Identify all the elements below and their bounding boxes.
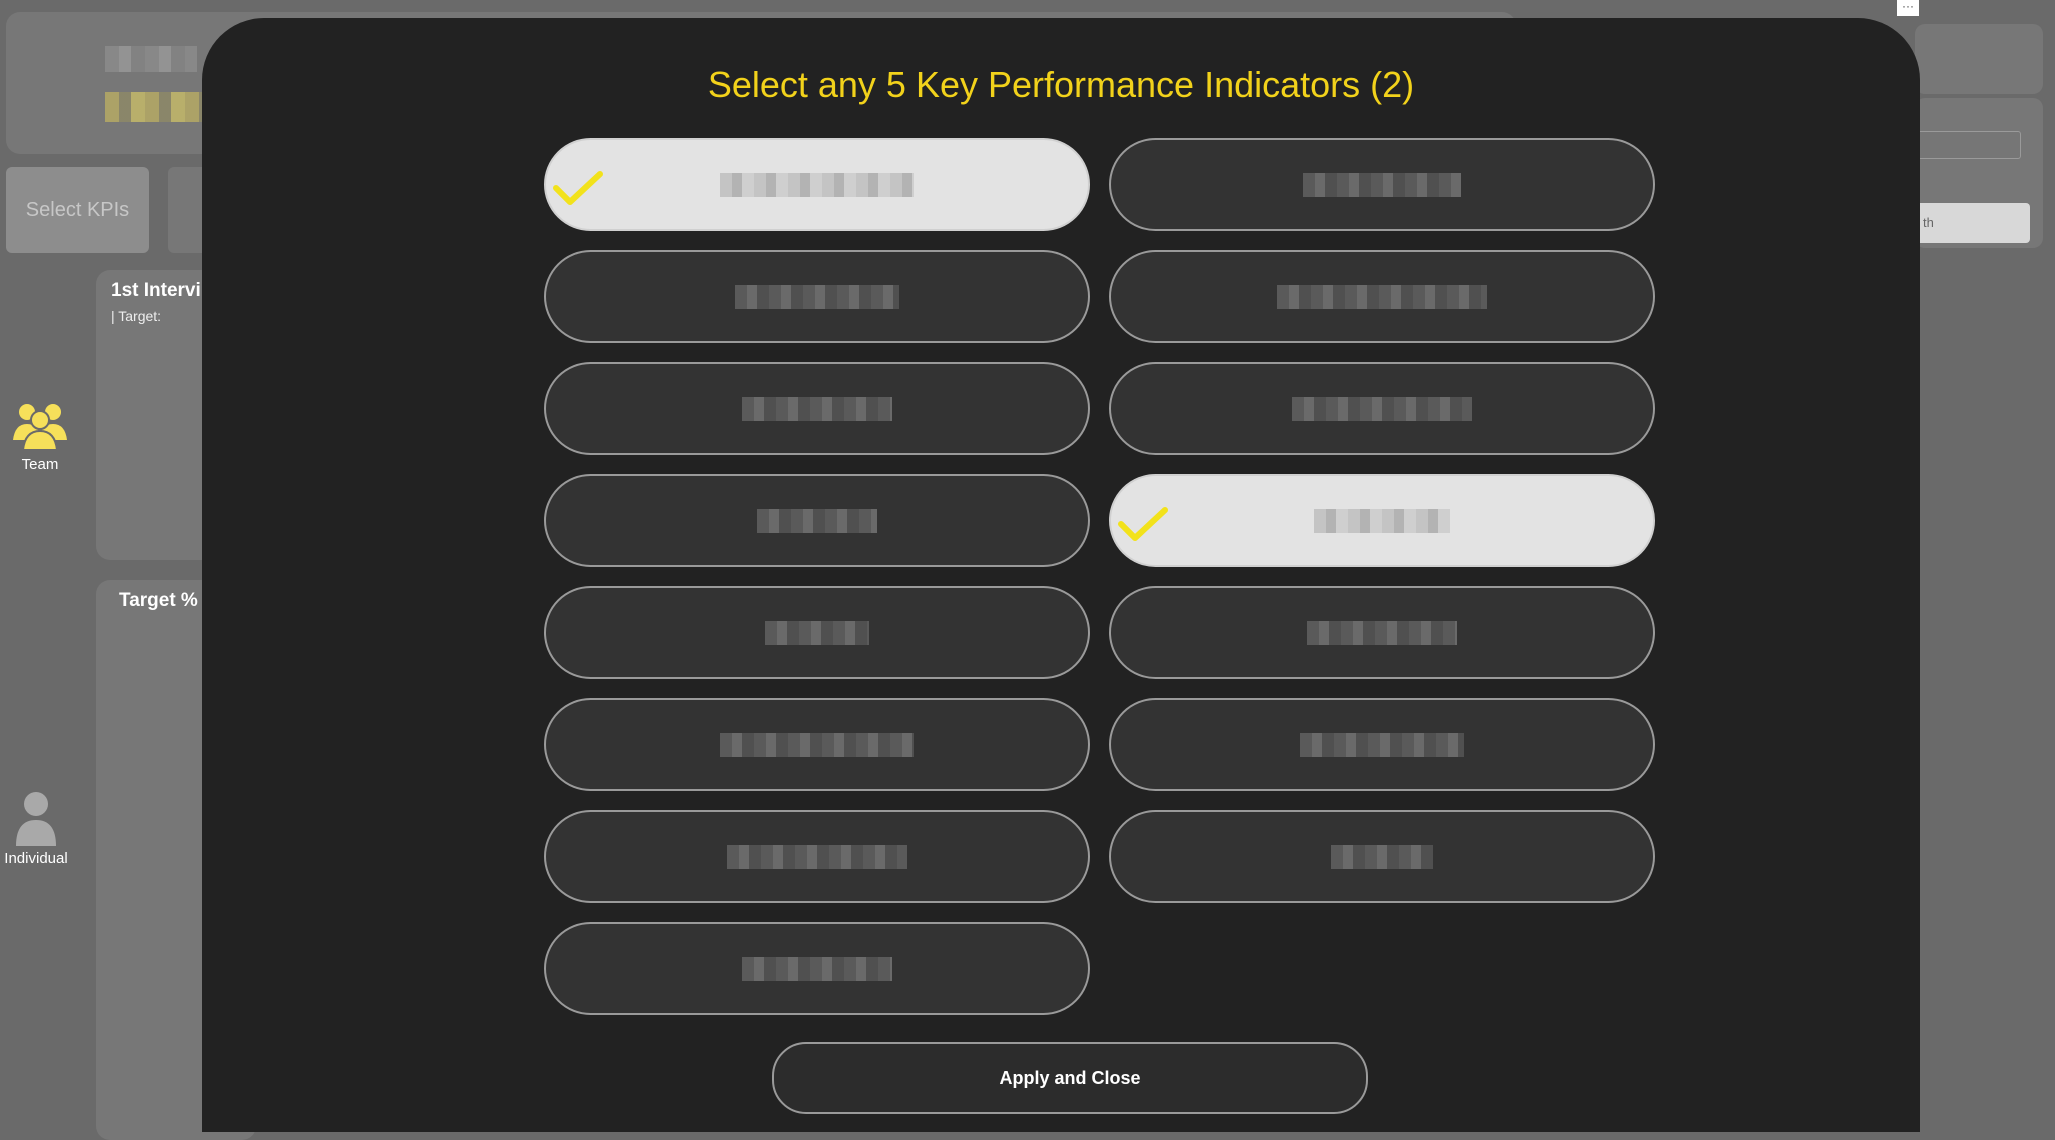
person-icon	[0, 790, 76, 846]
kpi-option[interactable]: KPI option 10	[1109, 586, 1655, 679]
card1-title: 1st Intervi	[111, 280, 201, 301]
kpi-option[interactable]: KPI option 13	[544, 810, 1090, 903]
kpi-option-label: KPI option 6	[1292, 396, 1472, 421]
nav-individual[interactable]: Individual	[0, 790, 76, 867]
kpi-option[interactable]: KPI option 15	[544, 922, 1090, 1015]
kpi-option[interactable]: KPI option 14	[1109, 810, 1655, 903]
kpi-option-label: KPI option 5	[742, 396, 892, 421]
kpi-option[interactable]: KPI option 4	[1109, 250, 1655, 343]
card2-title: Target %	[119, 590, 198, 611]
kpi-option-label: KPI option 7	[757, 508, 877, 533]
kpi-option[interactable]: KPI option 6	[1109, 362, 1655, 455]
kpi-option[interactable]: KPI option 7	[544, 474, 1090, 567]
nav-individual-label: Individual	[4, 850, 68, 867]
nav-team-label: Team	[21, 456, 59, 473]
card1-target: | Target:	[111, 308, 162, 324]
checkmark-icon	[1117, 504, 1169, 549]
kpi-option-label: KPI option 9	[765, 620, 869, 645]
kpi-option-label: KPI option 1	[720, 172, 914, 197]
more-options-button[interactable]: ···	[1897, 0, 1919, 16]
checkmark-icon	[552, 168, 604, 213]
redacted-header-subtext	[105, 92, 205, 122]
kpi-option-label: KPI option 8	[1314, 508, 1450, 533]
kpi-selection-modal: Select any 5 Key Performance Indicators …	[202, 18, 1920, 1132]
select-kpis-button[interactable]: Select KPIs	[6, 167, 149, 253]
right-action-button[interactable]: th	[1915, 203, 2030, 243]
kpi-option-label: KPI option 10	[1307, 620, 1457, 645]
kpi-option[interactable]: KPI option 8	[1109, 474, 1655, 567]
kpi-option-label: KPI option 4	[1277, 284, 1487, 309]
nav-team[interactable]: Team	[0, 400, 80, 473]
kpi-option[interactable]: KPI option 9	[544, 586, 1090, 679]
kpi-option[interactable]: KPI option 3	[544, 250, 1090, 343]
kpi-option[interactable]: KPI option 2	[1109, 138, 1655, 231]
kpi-option-label: KPI option 15	[742, 956, 892, 981]
kpi-option-label: KPI option 14	[1331, 844, 1433, 869]
kpi-option[interactable]: KPI option 5	[544, 362, 1090, 455]
kpi-option[interactable]: KPI option 1	[544, 138, 1090, 231]
filter-dropdown[interactable]	[1915, 131, 2021, 159]
modal-title: Select any 5 Key Performance Indicators …	[707, 64, 1415, 105]
kpi-option-label: KPI option 12	[1300, 732, 1464, 757]
redacted-header-text	[105, 46, 197, 72]
apply-and-close-button[interactable]: Apply and Close	[772, 1042, 1368, 1114]
kpi-option-label: KPI option 11	[720, 732, 914, 757]
kpi-option[interactable]: KPI option 12	[1109, 698, 1655, 791]
kpi-option-label: KPI option 13	[727, 844, 907, 869]
kpi-option-label: KPI option 3	[735, 284, 899, 309]
team-icon	[0, 400, 80, 452]
right-panel	[1915, 24, 2043, 94]
kpi-option[interactable]: KPI option 11	[544, 698, 1090, 791]
kpi-option-label: KPI option 2	[1303, 172, 1461, 197]
